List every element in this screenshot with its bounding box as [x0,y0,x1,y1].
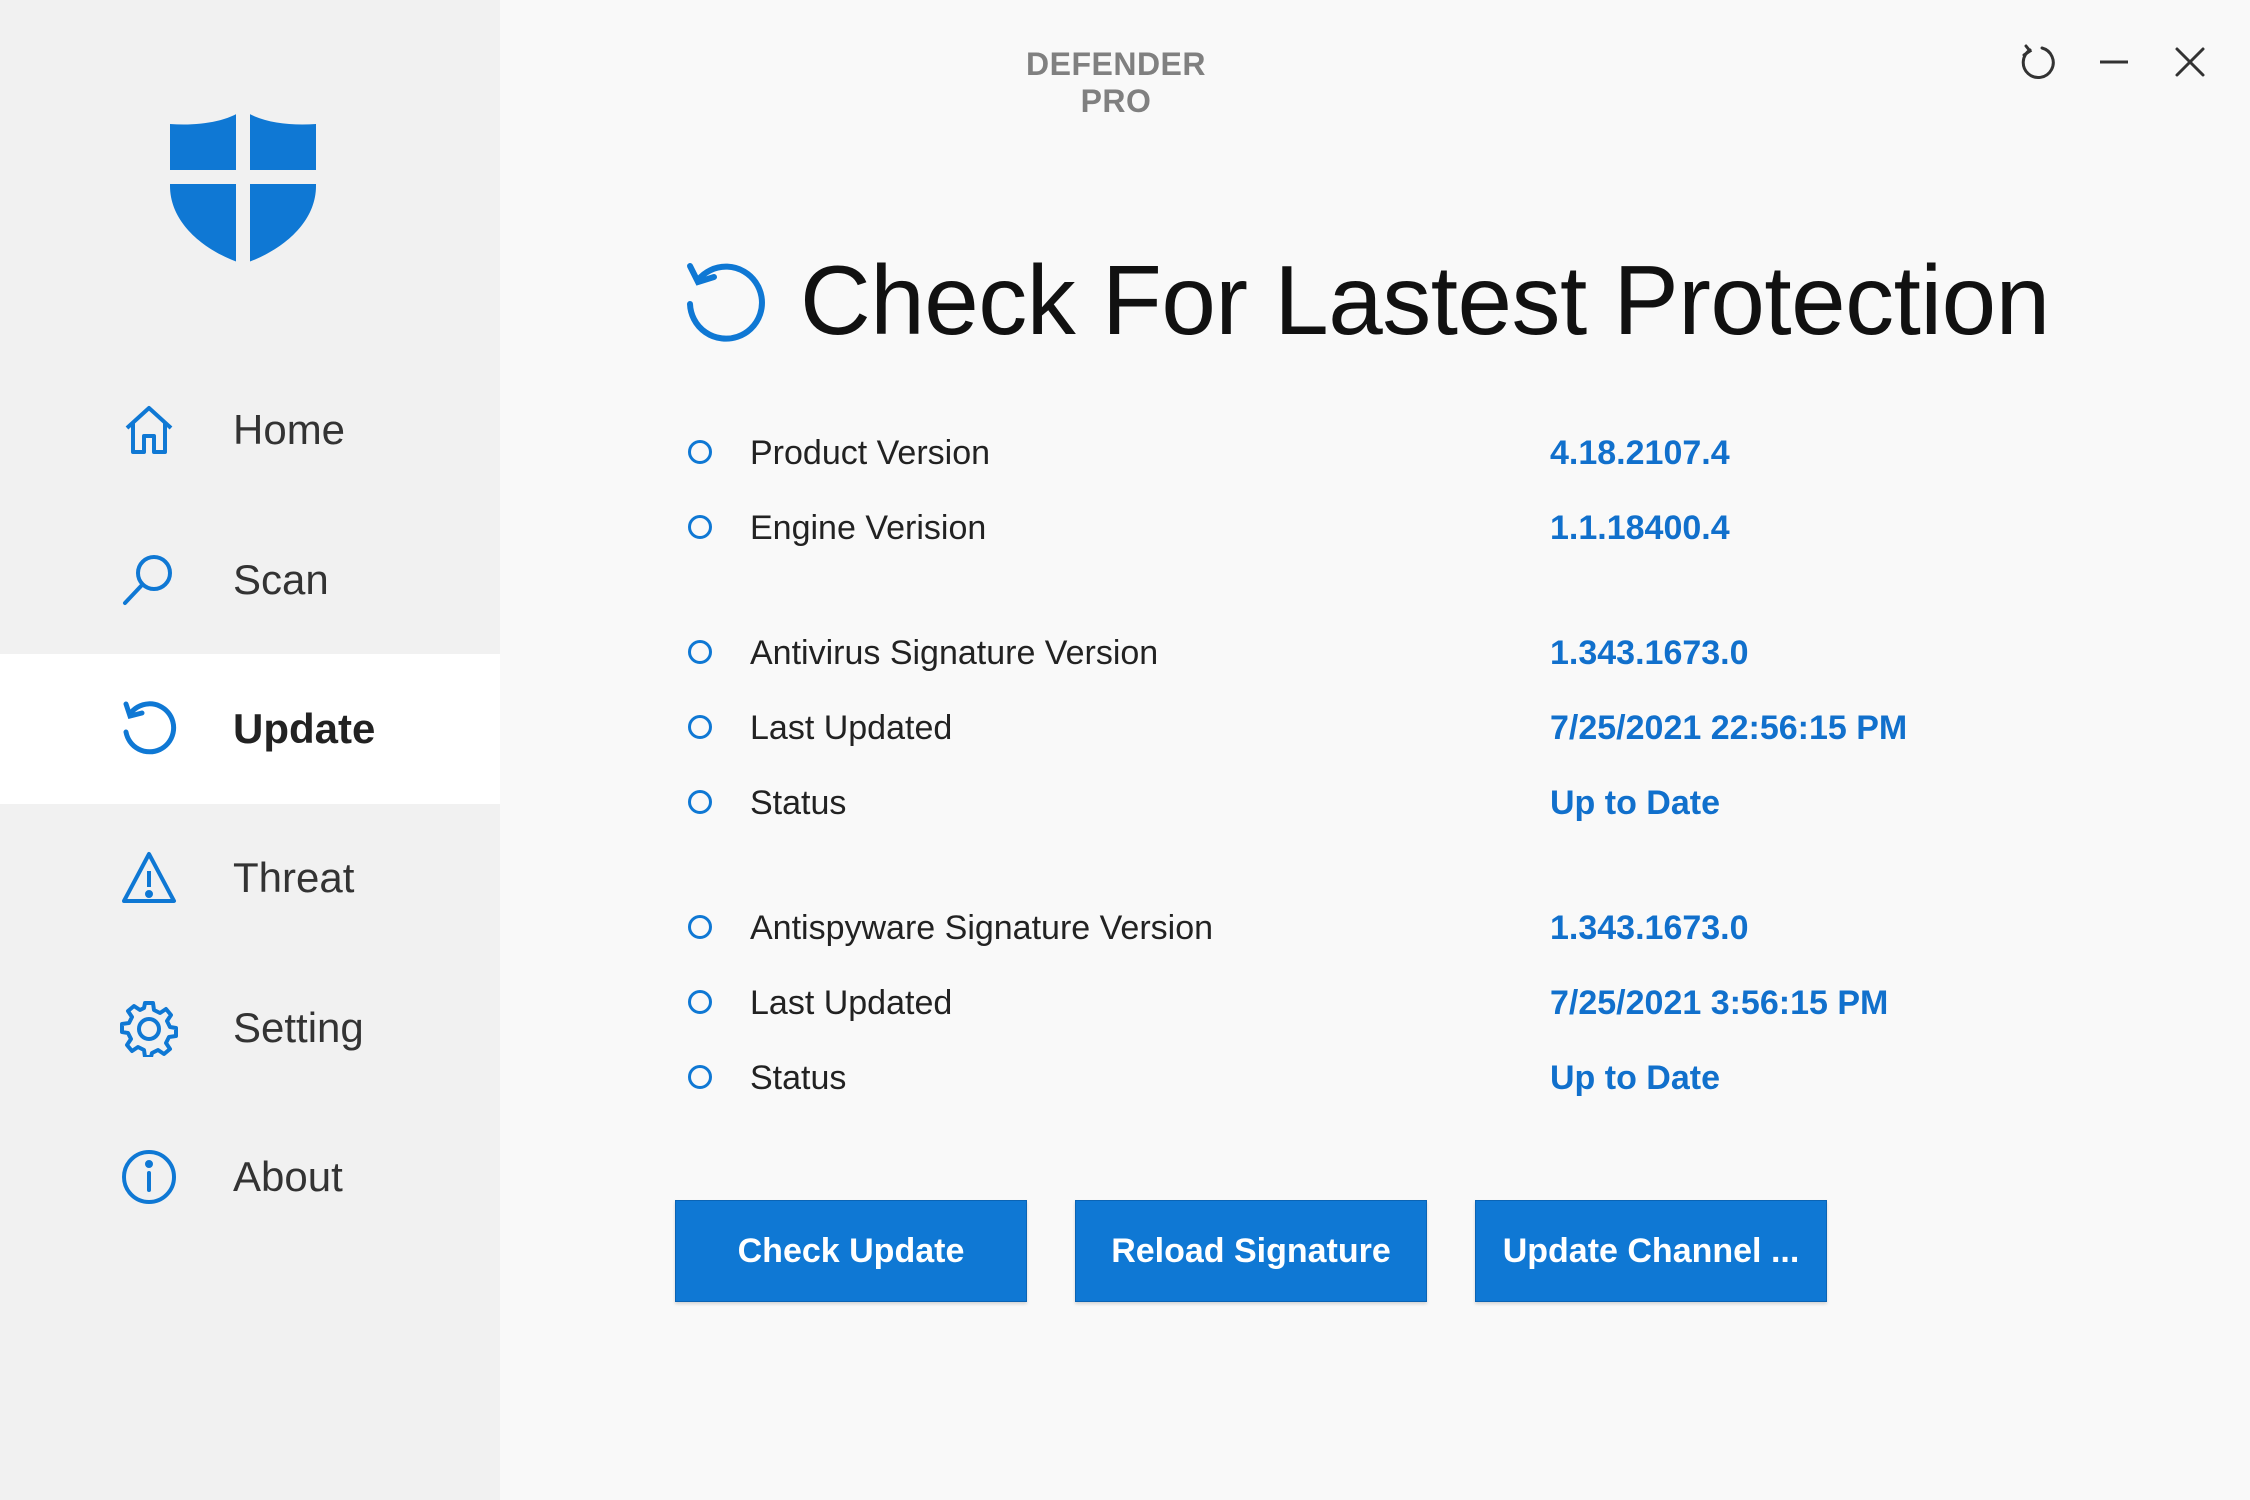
sidebar-item-label: About [233,1153,343,1200]
update-icon [682,258,768,344]
info-row-antivirus-last-updated: Last Updated 7/25/2021 22:56:15 PM [684,705,1984,755]
radio-indicator [688,515,712,539]
sidebar-item-setting[interactable]: Setting [0,953,500,1103]
sidebar-item-threat[interactable]: Threat [0,803,500,953]
info-value: 4.18.2107.4 [1550,434,1730,472]
app-title: DEFENDER PRO [1025,46,1206,119]
gear-icon [120,999,178,1057]
info-label: Last Updated [750,709,953,747]
radio-indicator [688,440,712,464]
update-icon [120,700,178,758]
close-button[interactable] [2166,40,2214,88]
update-channel-button[interactable]: Update Channel ... [1475,1200,1827,1302]
info-row-antispyware-last-updated: Last Updated 7/25/2021 3:56:15 PM [684,980,1984,1030]
sidebar-item-label: Update [233,705,376,752]
info-label: Last Updated [750,984,953,1022]
search-icon [120,551,178,609]
warning-icon [120,849,178,907]
info-label: Engine Verision [750,509,987,547]
check-update-button[interactable]: Check Update [675,1200,1027,1302]
info-value: 7/25/2021 22:56:15 PM [1550,709,1908,747]
info-value: 1.1.18400.4 [1550,509,1730,547]
sidebar-item-scan[interactable]: Scan [0,505,500,655]
status-value: Up to Date [1550,1059,1720,1097]
home-icon [120,401,178,459]
minimize-icon [2096,44,2132,85]
radio-indicator [688,1065,712,1089]
info-value: 1.343.1673.0 [1550,909,1749,947]
info-label: Antivirus Signature Version [750,634,1159,672]
info-row-product-version: Product Version 4.18.2107.4 [684,430,1984,480]
close-icon [2172,44,2208,85]
radio-indicator [688,790,712,814]
info-icon [120,1148,178,1206]
shield-logo-icon [166,106,320,266]
info-value: 7/25/2021 3:56:15 PM [1550,984,1889,1022]
refresh-button[interactable] [2014,40,2062,88]
sidebar-item-about[interactable]: About [0,1102,500,1252]
sidebar-item-label: Home [233,406,346,453]
info-label: Antispyware Signature Version [750,909,1214,947]
radio-indicator [688,715,712,739]
page-title: Check For Lastest Protection [800,245,2050,355]
sidebar-item-label: Threat [233,854,355,901]
info-row-antivirus-signature: Antivirus Signature Version 1.343.1673.0 [684,630,1984,680]
reload-signature-button[interactable]: Reload Signature [1075,1200,1427,1302]
sidebar-item-update[interactable]: Update [0,654,500,804]
sidebar-item-label: Scan [233,556,329,603]
info-row-antispyware-status: Status Up to Date [684,1055,1984,1105]
radio-indicator [688,990,712,1014]
radio-indicator [688,640,712,664]
radio-indicator [688,915,712,939]
sidebar: Home Scan Update Threat Setting About [0,0,500,1500]
info-row-engine-version: Engine Verision 1.1.18400.4 [684,505,1984,555]
info-row-antivirus-status: Status Up to Date [684,780,1984,830]
info-label: Status [750,784,847,822]
sidebar-item-home[interactable]: Home [0,355,500,505]
minimize-button[interactable] [2090,40,2138,88]
refresh-icon [2018,42,2058,87]
status-value: Up to Date [1550,784,1720,822]
info-row-antispyware-signature: Antispyware Signature Version 1.343.1673… [684,905,1984,955]
info-label: Product Version [750,434,991,472]
info-value: 1.343.1673.0 [1550,634,1749,672]
info-label: Status [750,1059,847,1097]
sidebar-item-label: Setting [233,1004,364,1051]
